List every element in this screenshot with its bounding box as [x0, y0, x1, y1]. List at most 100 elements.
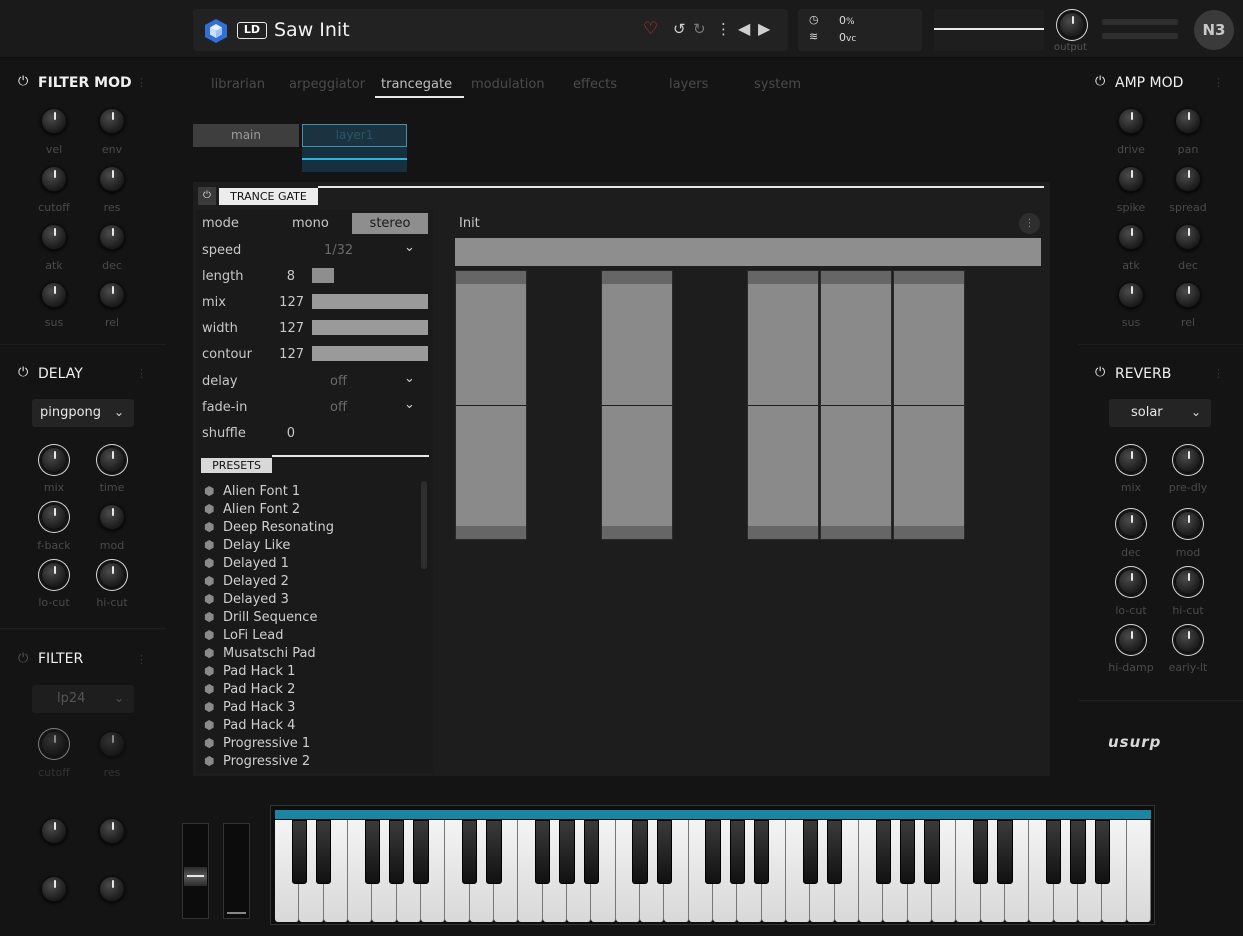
pattern-menu-icon[interactable]: ⋮ — [1019, 213, 1040, 234]
amp-spread-knob[interactable] — [1175, 166, 1201, 192]
preset-list-item[interactable]: ⬢ Alien Font 1 — [204, 482, 300, 500]
filter-power-icon[interactable]: ⏻ — [18, 651, 28, 666]
filter-res-knob[interactable] — [99, 731, 125, 757]
preset-scrollbar[interactable] — [421, 481, 427, 569]
black-key[interactable] — [632, 820, 648, 884]
black-key[interactable] — [364, 820, 380, 884]
filter-mod-vel-knob[interactable] — [41, 108, 67, 134]
macro-knob-4[interactable] — [99, 876, 125, 902]
layer1-button[interactable]: layer1 — [302, 124, 407, 147]
reverb-mix-knob[interactable] — [1118, 447, 1144, 473]
speed-dropdown[interactable]: 1/32 — [324, 243, 353, 258]
preset-list-item[interactable]: ⬢ Progressive 1 — [204, 734, 310, 752]
preset-list-item[interactable]: ⬢ Deep Resonating — [204, 518, 334, 536]
length-value[interactable]: 8 — [255, 269, 295, 284]
macro-knob-2[interactable] — [99, 818, 125, 844]
black-key[interactable] — [827, 820, 843, 884]
tab-librarian[interactable]: librarian — [211, 77, 265, 92]
reverb-dec-knob[interactable] — [1118, 511, 1144, 537]
trance-gate-power-icon[interactable]: ⏻ — [198, 187, 216, 205]
filter-mod-sus-knob[interactable] — [41, 282, 67, 308]
white-key[interactable] — [1126, 820, 1151, 922]
favorite-heart-icon[interactable]: ♡ — [643, 19, 658, 39]
reverb-menu-icon[interactable]: ⋮ — [1213, 367, 1224, 380]
black-key[interactable] — [462, 820, 478, 884]
preset-list-item[interactable]: ⬢ Pad Hack 2 — [204, 680, 295, 698]
filter-cutoff-knob[interactable] — [41, 731, 67, 757]
reverb-hicut-knob[interactable] — [1175, 569, 1201, 595]
tab-effects[interactable]: effects — [573, 77, 617, 92]
mod-wheel[interactable] — [223, 823, 250, 919]
black-key[interactable] — [486, 820, 502, 884]
preset-list-item[interactable]: ⬢ Drill Sequence — [204, 608, 317, 626]
chevron-down-icon[interactable]: ⌄ — [404, 371, 415, 386]
gate-step[interactable] — [601, 270, 673, 540]
delay-locut-knob[interactable] — [41, 562, 67, 588]
preset-list-item[interactable]: ⬢ Pad Hack 3 — [204, 698, 295, 716]
more-vertical-icon[interactable]: ⋮ — [716, 20, 731, 38]
reverb-hidamp-knob[interactable] — [1118, 627, 1144, 653]
preset-list-item[interactable]: ⬢ Delayed 3 — [204, 590, 289, 608]
preset-name[interactable]: Saw Init — [274, 19, 350, 41]
delay-time-knob[interactable] — [99, 447, 125, 473]
filter-mod-rel-knob[interactable] — [99, 282, 125, 308]
length-slider[interactable] — [312, 268, 334, 283]
reverb-mod-knob[interactable] — [1175, 511, 1201, 537]
filter-mod-menu-icon[interactable]: ⋮ — [136, 76, 147, 89]
delay-menu-icon[interactable]: ⋮ — [136, 367, 147, 380]
tab-trancegate[interactable]: trancegate — [381, 77, 452, 92]
black-key[interactable] — [754, 820, 770, 884]
black-key[interactable] — [973, 820, 989, 884]
filter-mod-res-knob[interactable] — [99, 166, 125, 192]
preset-list-item[interactable]: ⬢ Delayed 2 — [204, 572, 289, 590]
delay-mode-dropdown[interactable]: pingpong ⌄ — [32, 399, 134, 427]
tab-layers[interactable]: layers — [669, 77, 708, 92]
reverb-power-icon[interactable]: ⏻ — [1095, 365, 1105, 380]
gate-step[interactable] — [747, 270, 819, 540]
black-key[interactable] — [559, 820, 575, 884]
amp-atk-knob[interactable] — [1118, 224, 1144, 250]
black-key[interactable] — [729, 820, 745, 884]
preset-list-item[interactable]: ⬢ Pad Hack 4 — [204, 716, 295, 734]
preset-list-item[interactable]: ⬢ Progressive 2 — [204, 752, 310, 770]
undo-icon[interactable]: ↺ — [673, 20, 686, 38]
black-key[interactable] — [1046, 820, 1062, 884]
filter-menu-icon[interactable]: ⋮ — [136, 653, 147, 666]
width-value[interactable]: 127 — [264, 321, 304, 336]
black-key[interactable] — [900, 820, 916, 884]
macro-knob-3[interactable] — [41, 876, 67, 902]
width-slider[interactable] — [312, 320, 428, 335]
delay-hicut-knob[interactable] — [99, 562, 125, 588]
gate-step[interactable] — [893, 270, 965, 540]
tab-arpeggiator[interactable]: arpeggiator — [289, 77, 365, 92]
amp-rel-knob[interactable] — [1175, 282, 1201, 308]
filter-mod-env-knob[interactable] — [99, 108, 125, 134]
previous-preset-icon[interactable]: ◀ — [738, 19, 750, 38]
chevron-down-icon[interactable]: ⌄ — [404, 240, 415, 255]
tab-system[interactable]: system — [754, 77, 801, 92]
filter-mod-cutoff-knob[interactable] — [41, 166, 67, 192]
black-key[interactable] — [1094, 820, 1110, 884]
preset-list-item[interactable]: ⬢ Delayed 1 — [204, 554, 289, 572]
black-key[interactable] — [535, 820, 551, 884]
delay-mod-knob[interactable] — [99, 504, 125, 530]
amp-mod-menu-icon[interactable]: ⋮ — [1213, 76, 1224, 89]
mix-value[interactable]: 127 — [264, 295, 304, 310]
preset-list-item[interactable]: ⬢ Musatschi Pad — [204, 644, 316, 662]
black-key[interactable] — [705, 820, 721, 884]
amp-spike-knob[interactable] — [1118, 166, 1144, 192]
black-key[interactable] — [802, 820, 818, 884]
black-key[interactable] — [316, 820, 332, 884]
delay-fback-knob[interactable] — [41, 504, 67, 530]
chevron-down-icon[interactable]: ⌄ — [404, 397, 415, 412]
black-key[interactable] — [997, 820, 1013, 884]
reverb-mode-dropdown[interactable]: solar ⌄ — [1109, 399, 1211, 427]
pattern-bar[interactable] — [455, 238, 1041, 266]
filter-mod-atk-knob[interactable] — [41, 224, 67, 250]
preset-list-item[interactable]: ⬢ Delay Like — [204, 536, 290, 554]
black-key[interactable] — [875, 820, 891, 884]
black-key[interactable] — [389, 820, 405, 884]
black-key[interactable] — [656, 820, 672, 884]
next-preset-icon[interactable]: ▶ — [758, 19, 770, 38]
filter-mod-dec-knob[interactable] — [99, 224, 125, 250]
